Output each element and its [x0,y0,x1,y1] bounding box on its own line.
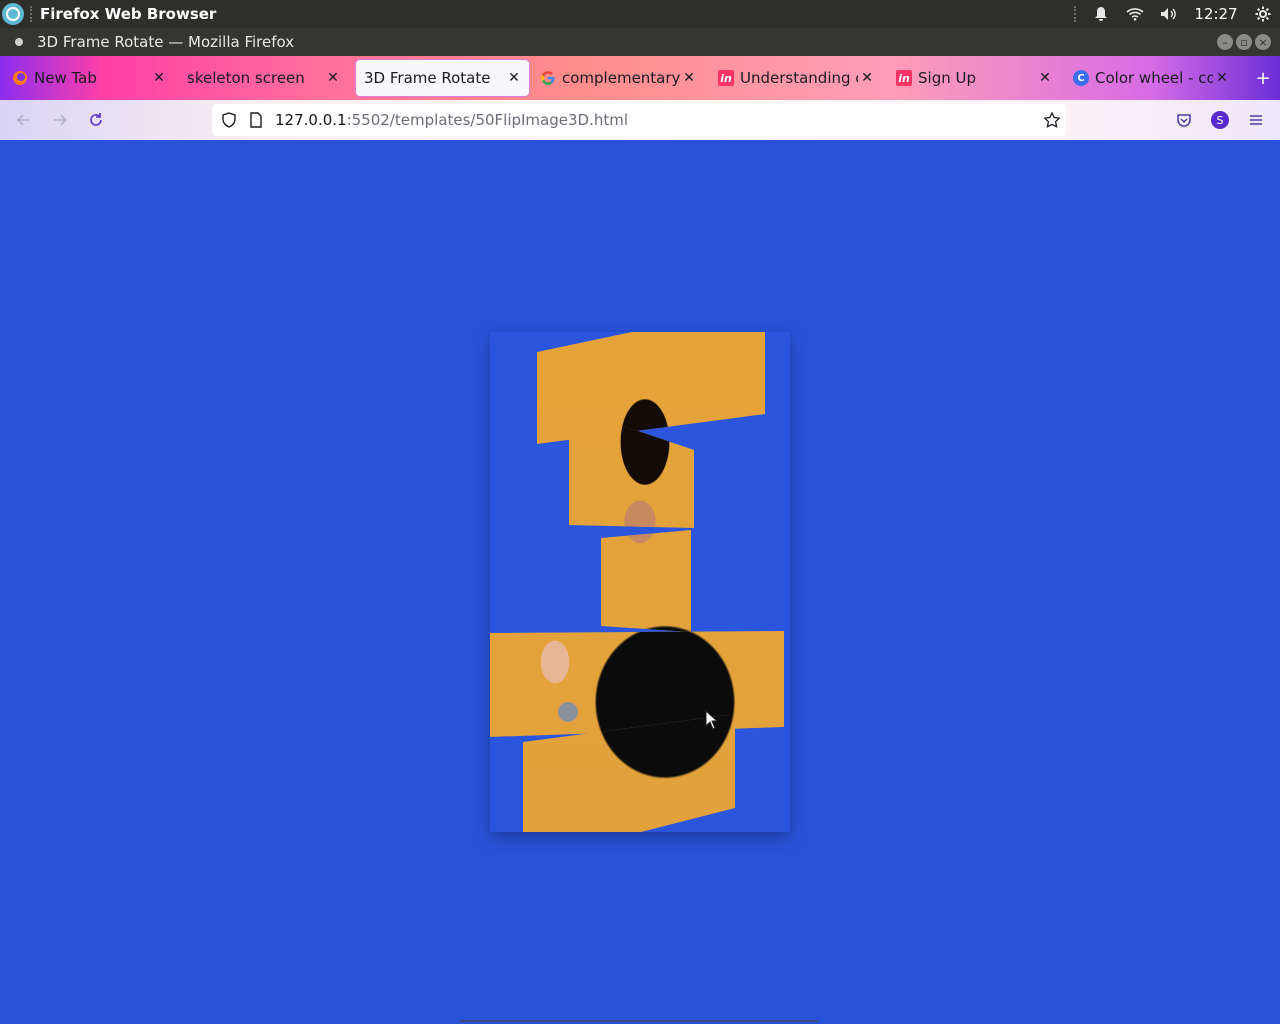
window-menu-dot-icon[interactable] [15,38,23,46]
ubuntu-launcher-icon[interactable] [2,3,24,25]
url-bar[interactable]: 127.0.0.1:5502/templates/50FlipImage3D.h… [212,104,1066,136]
close-tab-icon[interactable]: ✕ [680,69,698,87]
settings-icon[interactable] [1246,0,1280,28]
account-avatar[interactable]: S [1208,108,1232,132]
tab-label: 3D Frame Rotate [364,69,491,87]
url-text[interactable]: 127.0.0.1:5502/templates/50FlipImage3D.h… [275,111,628,129]
tracking-shield-icon[interactable] [221,112,237,128]
page-content [0,140,1280,1024]
close-tab-icon[interactable]: ✕ [1213,69,1231,87]
minimize-window-icon[interactable]: – [1217,34,1233,50]
close-tab-icon[interactable]: ✕ [150,69,168,87]
panel-separator [30,6,34,22]
tab-label: complementary co [562,69,684,87]
invision-icon: in [896,70,912,86]
hamburger-menu-icon[interactable] [1244,108,1268,132]
photo-slice-4 [488,631,784,737]
window-title: 3D Frame Rotate — Mozilla Firefox [37,33,295,51]
tab-3d-frame-rotate[interactable]: 3D Frame Rotate ✕ [356,60,529,96]
window-title-bar: 3D Frame Rotate — Mozilla Firefox – ▫ × [0,28,1280,56]
maximize-window-icon[interactable]: ▫ [1236,34,1252,50]
tab-strip: New Tab ✕ skeleton screen ✕ 3D Frame Rot… [0,56,1280,100]
tab-label: Understanding col [740,69,858,87]
close-tab-icon[interactable]: ✕ [505,69,523,87]
panel-separator [1074,6,1078,22]
portrait-photo-icon [601,530,691,632]
canva-icon: C [1073,70,1089,86]
tab-label: New Tab [34,69,97,87]
tab-label: Color wheel - colo [1095,69,1213,87]
clock[interactable]: 12:27 [1186,5,1246,23]
reload-icon[interactable] [84,108,108,132]
rotating-photo-frame[interactable] [490,332,790,832]
url-path: :5502/templates/50FlipImage3D.html [346,111,629,129]
url-host: 127.0.0.1 [275,111,347,129]
tab-sign-up[interactable]: in Sign Up ✕ [890,60,1060,96]
firefox-icon [12,70,28,86]
close-window-icon[interactable]: × [1255,34,1271,50]
page-info-icon[interactable] [248,112,264,128]
google-icon [540,70,556,86]
tab-complementary-color[interactable]: complementary co ✕ [534,60,704,96]
photo-slice-5 [523,714,735,862]
active-app-name[interactable]: Firefox Web Browser [40,5,216,23]
tab-label: skeleton screen [187,69,305,87]
photo-slice-3 [601,530,691,632]
volume-icon[interactable] [1152,0,1186,28]
invision-icon: in [718,70,734,86]
forward-arrow-icon[interactable] [48,108,72,132]
wifi-icon[interactable] [1118,0,1152,28]
tab-new-tab[interactable]: New Tab ✕ [4,60,174,96]
navigation-toolbar: 127.0.0.1:5502/templates/50FlipImage3D.h… [0,100,1280,140]
bell-icon[interactable] [1084,0,1118,28]
close-tab-icon[interactable]: ✕ [324,69,342,87]
system-top-bar: Firefox Web Browser 12:27 [0,0,1280,28]
tab-understanding-color[interactable]: in Understanding col ✕ [712,60,882,96]
tab-label: Sign Up [918,69,976,87]
new-tab-plus-icon[interactable]: + [1248,60,1278,96]
pocket-icon[interactable] [1172,108,1196,132]
portrait-photo-icon [490,631,784,737]
profile-initial: S [1211,111,1229,129]
close-tab-icon[interactable]: ✕ [858,69,876,87]
back-arrow-icon[interactable] [12,108,36,132]
close-tab-icon[interactable]: ✕ [1036,69,1054,87]
horizontal-scroll-indicator [460,1020,818,1022]
bookmark-star-icon[interactable] [1043,111,1061,128]
tab-color-wheel[interactable]: C Color wheel - colo ✕ [1067,60,1237,96]
tab-skeleton-screen[interactable]: skeleton screen ✕ [178,60,348,96]
